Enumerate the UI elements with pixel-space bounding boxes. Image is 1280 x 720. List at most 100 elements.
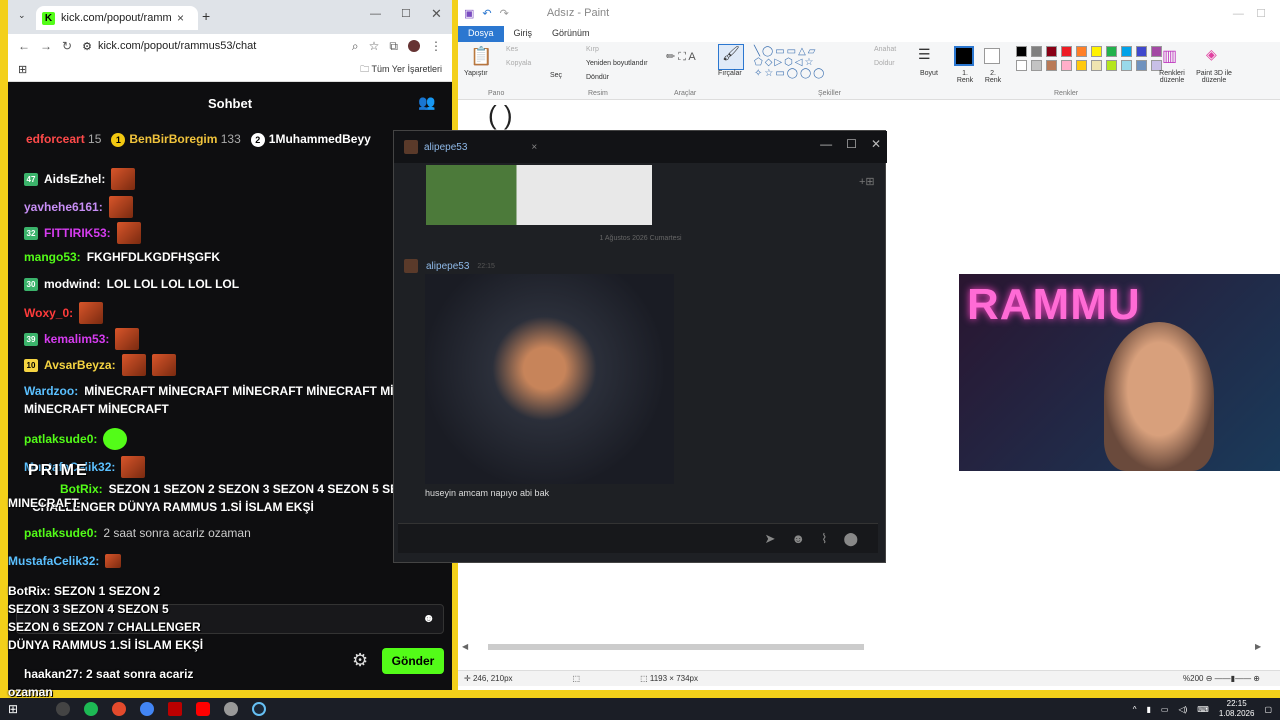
app-icon[interactable] xyxy=(56,702,71,716)
add-friend-icon[interactable]: +⊞ xyxy=(859,175,875,188)
emoji-icon[interactable]: ☻ xyxy=(422,611,435,625)
voice-icon[interactable]: ⬤ xyxy=(843,531,858,547)
redo-icon[interactable]: ↷ xyxy=(500,7,509,20)
tab-home[interactable]: Giriş xyxy=(504,26,543,42)
palette[interactable] xyxy=(1008,44,1162,74)
color-swatch[interactable] xyxy=(1136,60,1147,71)
close-tab-icon[interactable]: × xyxy=(177,11,184,25)
forward-icon[interactable]: → xyxy=(40,39,52,53)
color2-swatch[interactable] xyxy=(984,48,1000,64)
tray-app-icon[interactable]: ▮ xyxy=(1147,705,1151,714)
outline-button[interactable]: Anahat xyxy=(874,46,896,53)
minimize-icon[interactable]: — xyxy=(370,8,381,20)
color-swatch[interactable] xyxy=(1016,60,1027,71)
size-icon[interactable]: ☰ xyxy=(918,46,931,63)
tab-search-icon[interactable]: ⌄ xyxy=(18,10,26,21)
close-icon[interactable]: ✕ xyxy=(871,137,881,151)
paste-icon[interactable]: 📋 xyxy=(470,46,492,67)
tab-view[interactable]: Görünüm xyxy=(542,26,600,42)
shapes-gallery[interactable]: ╲◯▭▭△▱ ⬠◇▷⬡◁☆ ✧☆▭◯◯◯ xyxy=(754,46,826,79)
color-swatch[interactable] xyxy=(1106,60,1117,71)
steam-message-input[interactable]: ➤ ☻ ⌇ ⬤ xyxy=(398,523,878,553)
emoticon-icon[interactable]: ☻ xyxy=(791,531,805,546)
color2-button[interactable]: 2. Renk xyxy=(982,70,1004,84)
tools-icons[interactable]: ✏ ⛶ A xyxy=(666,50,696,64)
resize-button[interactable]: Yeniden boyutlandır xyxy=(586,60,648,67)
save-icon[interactable]: ▣ xyxy=(464,7,474,20)
brushes-icon[interactable]: 🖌 xyxy=(718,44,744,70)
undo-icon[interactable]: ↶ xyxy=(482,7,491,20)
edit-colors-button[interactable]: Renkleri düzenle xyxy=(1154,70,1190,84)
close-chat-tab-icon[interactable]: × xyxy=(531,142,537,153)
steam-icon[interactable] xyxy=(252,702,267,716)
back-icon[interactable]: ← xyxy=(18,39,30,53)
scroll-right-icon[interactable]: ▶ xyxy=(1255,642,1261,651)
new-tab-icon[interactable]: + xyxy=(202,8,210,24)
shared-image[interactable] xyxy=(426,165,652,225)
color-swatch[interactable] xyxy=(1061,60,1072,71)
settings-icon[interactable]: ⚙ xyxy=(352,650,368,671)
maximize-icon[interactable]: ☐ xyxy=(401,7,411,20)
app-icon[interactable] xyxy=(112,702,127,716)
tab-file[interactable]: Dosya xyxy=(458,26,504,42)
attach-icon[interactable]: ⌇ xyxy=(821,531,827,547)
color-swatch[interactable] xyxy=(1121,46,1132,57)
color-swatch[interactable] xyxy=(1151,46,1162,57)
minimize-icon[interactable]: — xyxy=(820,137,832,151)
shared-image-pirate[interactable] xyxy=(425,274,674,484)
color-swatch[interactable] xyxy=(1046,60,1057,71)
chrome-tab[interactable]: K kick.com/popout/rammus53/ch × xyxy=(36,6,198,30)
color1-swatch[interactable] xyxy=(954,46,974,66)
color-swatch[interactable] xyxy=(1031,60,1042,71)
paste-button[interactable]: Yapıştır xyxy=(464,70,488,77)
site-info-icon[interactable]: ⚙ xyxy=(82,40,92,53)
apps-icon[interactable]: ⊞ xyxy=(18,63,27,76)
color-swatch[interactable] xyxy=(1046,46,1057,57)
select-button[interactable]: Seç xyxy=(550,72,562,79)
start-icon[interactable]: ⊞ xyxy=(8,702,18,716)
scroll-left-icon[interactable]: ◀ xyxy=(462,642,468,651)
star-icon[interactable]: ☆ xyxy=(369,39,380,53)
send-button[interactable]: Gönder xyxy=(382,648,444,674)
fill-button[interactable]: Doldur xyxy=(874,60,895,67)
color-swatch[interactable] xyxy=(1076,46,1087,57)
obs-icon[interactable] xyxy=(224,702,239,716)
color-swatch[interactable] xyxy=(1136,46,1147,57)
color-swatch[interactable] xyxy=(1076,60,1087,71)
zoom-level[interactable]: %200 ⊖ ——▮—— ⊕ xyxy=(1183,674,1260,683)
friend-chat-tab[interactable]: alipepe53 × xyxy=(404,140,537,154)
cut-button[interactable]: Kes xyxy=(506,46,518,53)
youtube-icon[interactable] xyxy=(196,702,211,716)
color-swatch[interactable] xyxy=(1031,46,1042,57)
all-bookmarks[interactable]: 🗀 Tüm Yer İşaretleri xyxy=(360,62,442,78)
color-swatch[interactable] xyxy=(1091,46,1102,57)
chrome-icon[interactable] xyxy=(140,702,155,716)
extensions-icon[interactable]: ⧉ xyxy=(389,39,398,54)
size-button[interactable]: Boyut xyxy=(920,70,938,77)
voicemod-icon[interactable] xyxy=(168,702,183,716)
brushes-button[interactable]: Fırçalar xyxy=(718,70,742,77)
color-swatch[interactable] xyxy=(1016,46,1027,57)
crop-button[interactable]: Kırp xyxy=(586,46,599,53)
clock[interactable]: 22:15 1.08.2026 xyxy=(1219,699,1255,719)
address-bar[interactable]: ⚙ kick.com/popout/rammus53/chat xyxy=(82,40,342,53)
volume-icon[interactable]: ◁) xyxy=(1178,705,1187,714)
paint3d-icon[interactable]: ◈ xyxy=(1206,46,1217,63)
send-icon[interactable]: ➤ xyxy=(764,531,775,547)
rotate-button[interactable]: Döndür xyxy=(586,74,609,81)
users-icon[interactable]: 👥 xyxy=(418,94,435,111)
color-swatch[interactable] xyxy=(1061,46,1072,57)
reload-icon[interactable]: ↻ xyxy=(62,39,72,53)
spotify-icon[interactable] xyxy=(84,702,99,716)
color-swatch[interactable] xyxy=(1091,60,1102,71)
close-window-icon[interactable]: ✕ xyxy=(431,6,442,22)
tray-arrow-icon[interactable]: ^ xyxy=(1133,705,1137,714)
notifications-icon[interactable]: ▢ xyxy=(1264,705,1272,714)
color1-button[interactable]: 1. Renk xyxy=(954,70,976,84)
profile-avatar[interactable] xyxy=(408,40,420,52)
network-icon[interactable]: ▭ xyxy=(1161,705,1169,714)
zoom-icon[interactable]: ⌕ xyxy=(352,39,359,54)
maximize-icon[interactable]: ☐ xyxy=(846,137,857,151)
menu-icon[interactable]: ⋮ xyxy=(430,39,442,53)
copy-button[interactable]: Kopyala xyxy=(506,60,531,67)
